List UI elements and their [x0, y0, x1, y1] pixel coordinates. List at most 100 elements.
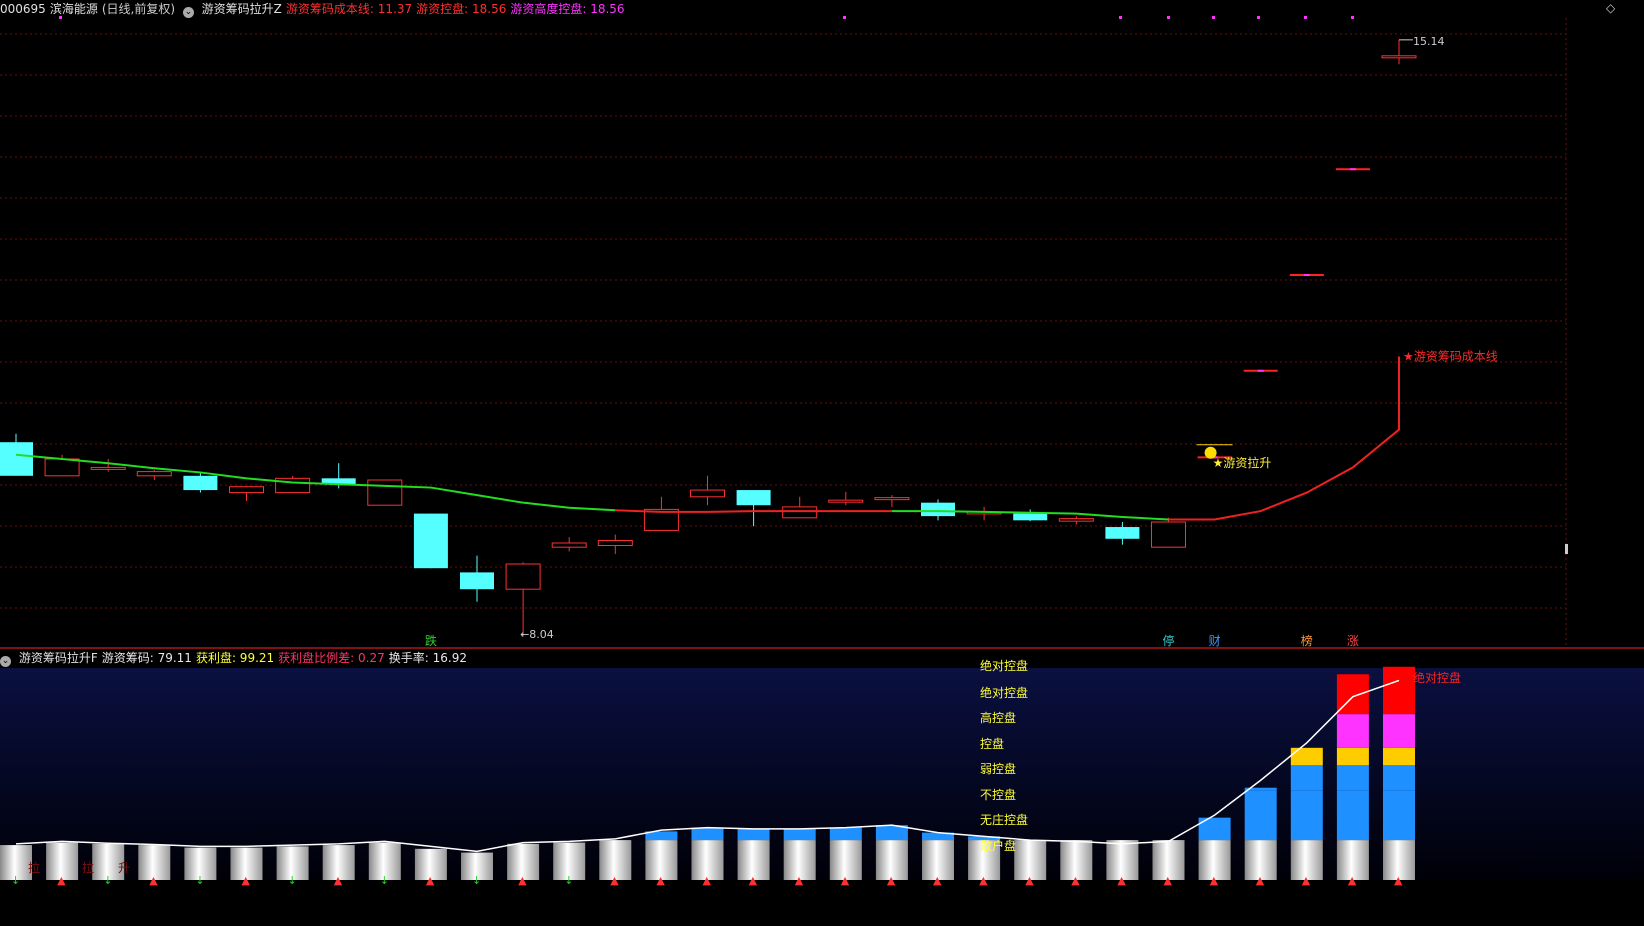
level-label-2: 高控盘: [980, 710, 1016, 725]
up-arrow-icon: ▲: [57, 874, 66, 887]
stack-bar-绝对控盘: [1383, 666, 1415, 715]
stock-name[interactable]: 滨海能源: [50, 2, 98, 16]
stack-bar-弱控盘: [1336, 747, 1369, 766]
up-arrow-icon: ▲: [518, 874, 527, 887]
signal-dot: [1351, 16, 1354, 19]
faded-mark: 升: [118, 861, 130, 875]
stack-bar-无庄控盘: [737, 828, 770, 841]
down-arrow-icon: ↓: [472, 874, 481, 887]
candle-body: [1013, 513, 1048, 521]
level-label-0: 绝对控盘: [980, 658, 1028, 673]
high-price-label: 15.14: [1413, 35, 1445, 48]
candle-body: [1381, 55, 1417, 59]
candle-body: [0, 442, 33, 476]
candle-body: [460, 572, 494, 590]
candle-body: [1058, 518, 1094, 522]
faded-mark: 拉: [82, 860, 94, 875]
up-arrow-icon: ▲: [242, 874, 251, 887]
candle-body: [505, 563, 541, 590]
up-arrow-icon: ▲: [1025, 874, 1034, 887]
up-arrow-icon: ▲: [334, 874, 343, 887]
level-label-1: 绝对控盘: [980, 685, 1028, 700]
sub-indicator-value-2: 获利盘比例差: 0.27: [278, 651, 385, 665]
candle-body: [690, 489, 725, 498]
stack-bar-无庄控盘: [1244, 790, 1277, 841]
up-arrow-icon: ▲: [1348, 874, 1357, 887]
up-arrow-icon: ▲: [841, 874, 850, 887]
main-indicator-value-1: 游资控盘: 18.56: [416, 2, 507, 16]
up-arrow-icon: ▲: [610, 874, 619, 887]
stack-bar-不控盘: [1290, 765, 1323, 791]
stack-bar-无庄控盘: [1336, 790, 1369, 841]
sub-indicator-value-0: 游资筹码: 79.11: [101, 651, 192, 665]
candle-body: [736, 490, 771, 506]
period-label[interactable]: (日线,前复权): [102, 2, 175, 16]
main-panel-bg: [0, 0, 1644, 648]
bottom-marker-3: 榜: [1301, 633, 1313, 648]
level-label-6: 无庄控盘: [980, 812, 1028, 827]
down-arrow-icon: ↓: [103, 874, 112, 887]
down-arrow-icon: ↓: [11, 874, 20, 887]
sub-indicator-bar: ⌄ 游资筹码拉升F 游资筹码: 79.11 获利盘: 99.21 获利盘比例差: 0.…: [0, 650, 475, 667]
pull-up-label: ★游资拉升: [1213, 455, 1272, 470]
up-arrow-icon: ▲: [1117, 874, 1126, 887]
candle-body: [828, 499, 864, 503]
down-arrow-icon: ↓: [564, 874, 573, 887]
settings-icon[interactable]: ⌄: [182, 7, 194, 18]
up-arrow-icon: ▲: [887, 874, 896, 887]
cost-line-label: ★游资筹码成本线: [1403, 350, 1498, 364]
up-arrow-icon: ▲: [149, 874, 158, 887]
signal-dot: [1167, 16, 1170, 19]
signal-dot: [1212, 16, 1215, 19]
up-arrow-icon: ▲: [1071, 874, 1080, 887]
up-arrow-icon: ▲: [1210, 874, 1219, 887]
scroll-marker: [1565, 544, 1568, 554]
candle-body: [551, 542, 587, 548]
level-label-7: 散户盘: [980, 838, 1016, 853]
up-arrow-icon: ▲: [1394, 874, 1403, 887]
up-arrow-icon: ▲: [795, 874, 804, 887]
stack-bar-无庄控盘: [691, 827, 724, 841]
candle-body: [921, 502, 955, 517]
up-arrow-icon: ▲: [1302, 874, 1311, 887]
stack-bar-不控盘: [1383, 765, 1415, 791]
candle-body: [90, 466, 126, 470]
signal-dot: [1119, 16, 1122, 19]
main-indicator-values: 游资筹码成本线: 11.37 游资控盘: 18.56 游资高度控盘: 18.56: [286, 2, 629, 16]
stack-bar-高控盘: [1383, 714, 1415, 748]
signal-dot: [1304, 16, 1307, 19]
stack-bar-无庄控盘: [829, 827, 862, 841]
candle-body: [1151, 521, 1186, 548]
candle-body: [413, 513, 448, 569]
main-indicator-name[interactable]: 游资筹码拉升Z: [202, 2, 282, 16]
up-arrow-icon: ▲: [1256, 874, 1265, 887]
down-arrow-icon: ↓: [288, 874, 297, 887]
faded-mark: 拉: [28, 860, 40, 875]
candle-body: [782, 506, 818, 519]
level-label-4: 弱控盘: [980, 761, 1016, 776]
sub-indicator-name[interactable]: 游资筹码拉升F: [19, 651, 98, 665]
candle-body: [229, 486, 264, 494]
main-indicator-bar: 000695 滨海能源 (日线,前复权) ⌄ 游资筹码拉升Z 游资筹码成本线: 11.…: [0, 1, 633, 18]
stock-chart-canvas[interactable]: 15.14 ←8.04 ★游资筹码成本线 ★游资拉升跌 停 财 榜 涨 ↓ ▲ ↓ ▲ ↓ ▲ ↓ ▲ ↓ ▲ ↓ ▲…: [0, 0, 1644, 926]
stack-bar-高控盘: [1336, 714, 1369, 748]
bottom-marker-0: 跌: [425, 633, 437, 648]
up-arrow-icon: ▲: [426, 874, 435, 887]
main-indicator-value-0: 游资筹码成本线: 11.37: [285, 2, 413, 16]
sub-indicator-values: 游资筹码: 79.11 获利盘: 99.21 获利盘比例差: 0.27 换手率: 16…: [102, 651, 471, 665]
candle-body: [136, 471, 172, 477]
up-arrow-icon: ▲: [749, 874, 758, 887]
up-arrow-icon: ▲: [656, 874, 665, 887]
candle-body: [597, 539, 633, 547]
stack-bar-无庄控盘: [1290, 790, 1323, 841]
bottom-marker-4: 涨: [1347, 633, 1359, 648]
settings-icon[interactable]: ⌄: [0, 656, 11, 667]
signal-dot: [843, 16, 846, 19]
candle-body: [1105, 527, 1140, 539]
bottom-marker-2: 财: [1209, 634, 1221, 648]
stock-code[interactable]: 000695: [0, 2, 46, 16]
stack-bar-无庄控盘: [783, 828, 816, 841]
diamond-icon[interactable]: ◇: [1606, 1, 1615, 15]
down-arrow-icon: ↓: [380, 874, 389, 887]
up-arrow-icon: ▲: [979, 874, 988, 887]
